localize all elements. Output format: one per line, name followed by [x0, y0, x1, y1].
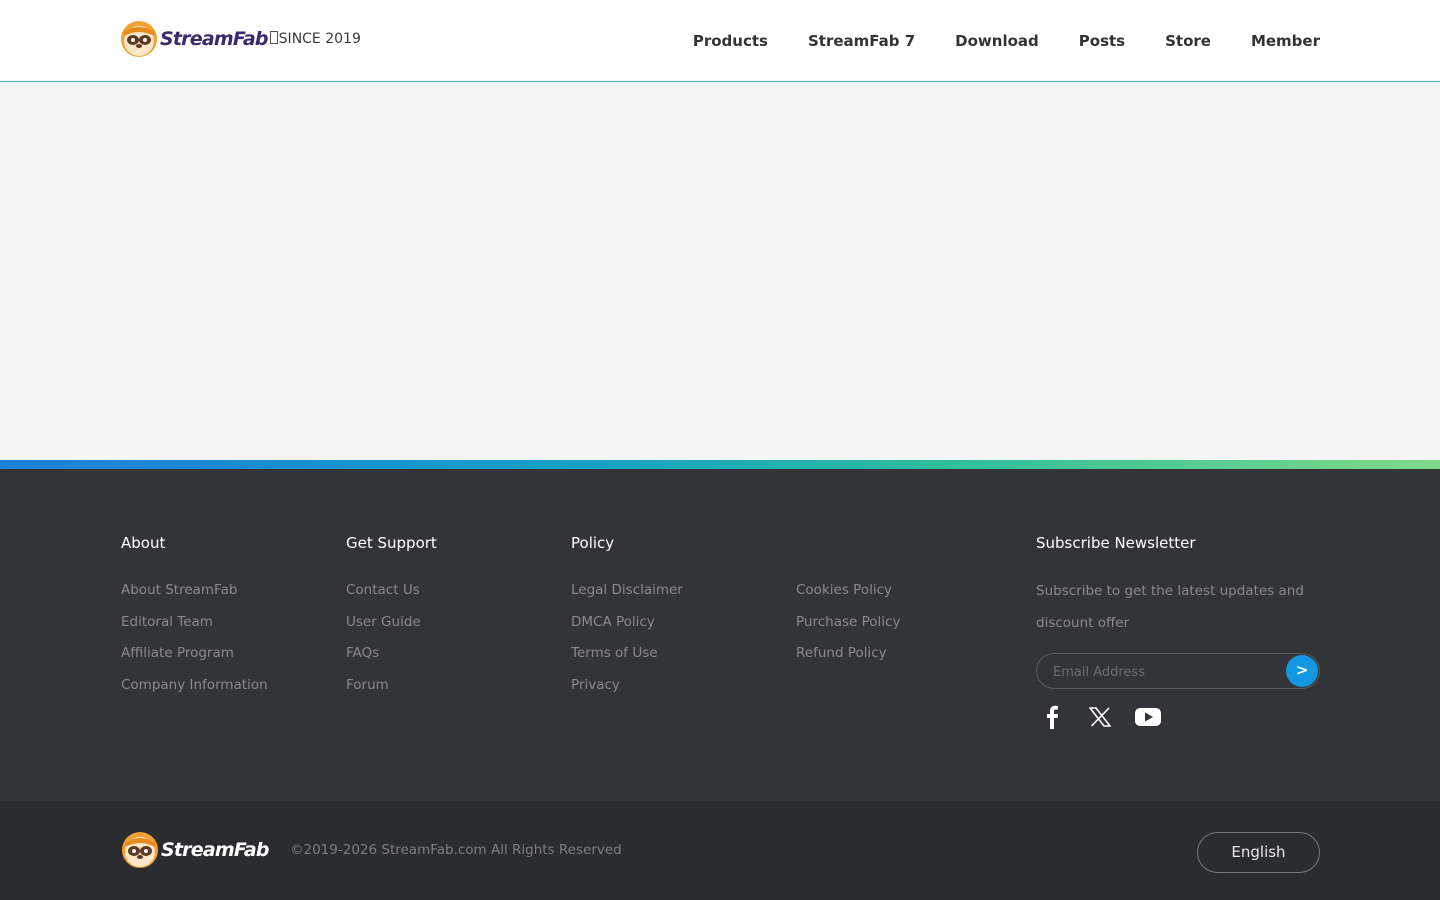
site-footer: About About StreamFab Editoral Team Affi…: [0, 469, 1440, 801]
main-nav: Products StreamFab 7 Download Posts Stor…: [653, 30, 1320, 52]
social-links: [1036, 705, 1320, 729]
youtube-icon: [1135, 708, 1161, 726]
newsletter-form: >: [1036, 653, 1320, 689]
site-header: StreamFab SINCE 2019 Products StreamFab …: [0, 0, 1440, 82]
site-logo[interactable]: StreamFab SINCE 2019: [120, 20, 361, 58]
footer-link-legal-disclaimer[interactable]: Legal Disclaimer: [571, 575, 683, 607]
footer-policy-column-2: Cookies Policy Purchase Policy Refund Po…: [796, 575, 900, 670]
footer-about-title: About: [121, 534, 166, 552]
sloth-mascot-icon: [122, 832, 158, 868]
nav-download[interactable]: Download: [955, 30, 1039, 52]
box-glyph-icon: [269, 31, 278, 44]
email-input[interactable]: [1053, 662, 1283, 682]
footer-support-column: Get Support Contact Us User Guide FAQs F…: [346, 533, 437, 701]
footer-link-about-streamfab[interactable]: About StreamFab: [121, 575, 268, 607]
footer-link-editorial-team[interactable]: Editoral Team: [121, 607, 268, 639]
footer-link-affiliate-program[interactable]: Affiliate Program: [121, 638, 268, 670]
gradient-divider: [0, 460, 1440, 469]
facebook-link[interactable]: [1036, 705, 1068, 729]
newsletter-title: Subscribe Newsletter: [1036, 534, 1196, 552]
nav-store[interactable]: Store: [1165, 30, 1211, 52]
footer-link-contact-us[interactable]: Contact Us: [346, 575, 437, 607]
since-badge: SINCE 2019: [269, 31, 361, 47]
footer-link-terms-of-use[interactable]: Terms of Use: [571, 638, 683, 670]
language-selector[interactable]: English: [1197, 832, 1320, 873]
since-text: SINCE 2019: [278, 31, 361, 47]
footer-bottom-bar: StreamFab ©2019-2026 StreamFab.com All R…: [0, 801, 1440, 900]
footer-link-forum[interactable]: Forum: [346, 670, 437, 702]
footer-about-column: About About StreamFab Editoral Team Affi…: [121, 533, 268, 701]
footer-support-title: Get Support: [346, 534, 437, 552]
nav-products[interactable]: Products: [693, 30, 768, 52]
footer-policy-title: Policy: [571, 534, 615, 552]
nav-streamfab-7[interactable]: StreamFab 7: [808, 30, 915, 52]
footer-link-dmca-policy[interactable]: DMCA Policy: [571, 607, 683, 639]
newsletter-description: Subscribe to get the latest updates and …: [1036, 583, 1304, 631]
footer-brand-name: StreamFab: [161, 839, 269, 861]
x-link[interactable]: [1084, 705, 1116, 729]
brand-name: StreamFab: [160, 28, 268, 50]
footer-link-company-information[interactable]: Company Information: [121, 670, 268, 702]
footer-policy-column: Policy Legal Disclaimer DMCA Policy Term…: [571, 533, 683, 701]
footer-link-privacy[interactable]: Privacy: [571, 670, 683, 702]
footer-link-purchase-policy[interactable]: Purchase Policy: [796, 607, 900, 639]
x-icon: [1089, 707, 1111, 727]
footer-link-faqs[interactable]: FAQs: [346, 638, 437, 670]
footer-link-cookies-policy[interactable]: Cookies Policy: [796, 575, 900, 607]
subscribe-button[interactable]: >: [1286, 655, 1318, 687]
footer-logo[interactable]: StreamFab: [121, 831, 269, 869]
footer-newsletter-column: Subscribe Newsletter Subscribe to get th…: [1036, 533, 1320, 729]
nav-posts[interactable]: Posts: [1079, 30, 1125, 52]
footer-link-refund-policy[interactable]: Refund Policy: [796, 638, 900, 670]
copyright-text: ©2019-2026 StreamFab.com All Rights Rese…: [290, 842, 622, 858]
footer-link-user-guide[interactable]: User Guide: [346, 607, 437, 639]
nav-member[interactable]: Member: [1251, 30, 1320, 52]
main-content: [0, 83, 1440, 460]
facebook-icon: [1047, 705, 1058, 729]
youtube-link[interactable]: [1132, 705, 1164, 729]
sloth-mascot-icon: [121, 21, 157, 57]
